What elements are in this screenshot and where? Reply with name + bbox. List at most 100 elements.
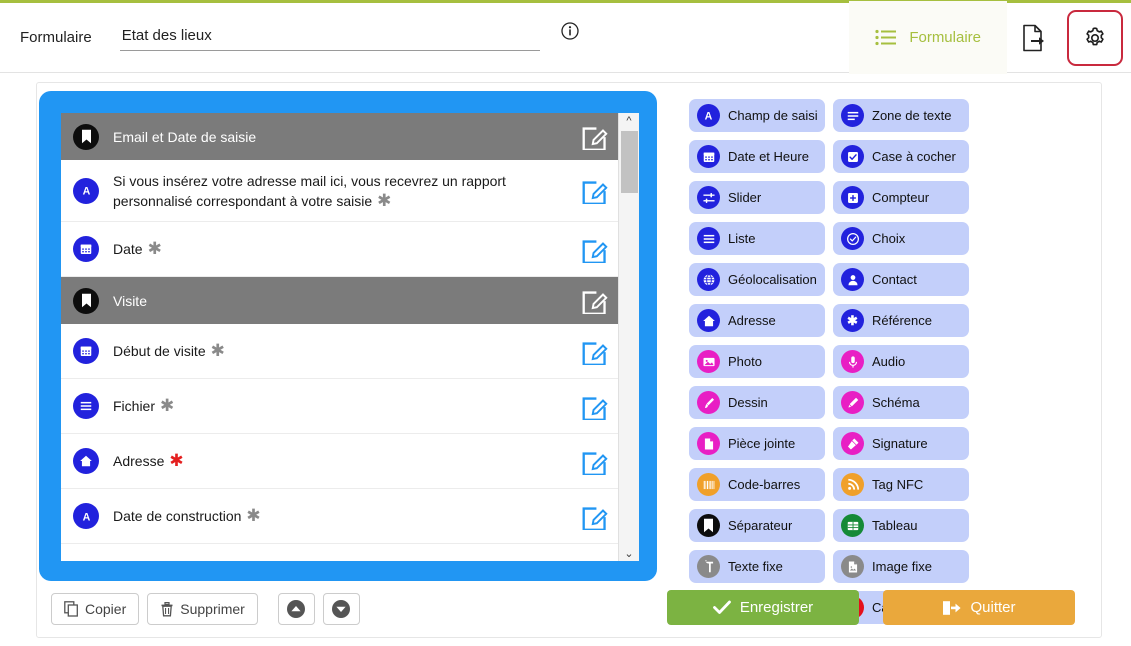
chevron-down-circle-icon	[331, 599, 351, 619]
palette-chip[interactable]: Zone de texte	[833, 99, 969, 132]
widget-palette: A Champ de saisie Zone de texte Date et Heu…	[689, 99, 1081, 624]
palette-chip[interactable]: Compteur	[833, 181, 969, 214]
calendar-icon	[697, 145, 720, 168]
form-field-row[interactable]: Fichier ✱	[61, 379, 618, 434]
list-lines-icon	[697, 227, 720, 250]
palette-chip-label: Séparateur	[728, 518, 793, 533]
palette-chip[interactable]: Case à cocher	[833, 140, 969, 173]
edit-pencil-icon[interactable]	[581, 177, 608, 204]
palette-chip[interactable]: Signature	[833, 427, 969, 460]
export-button[interactable]	[1007, 1, 1061, 74]
palette-chip[interactable]: Image fixe	[833, 550, 969, 583]
chevron-down-icon[interactable]: ⌄	[619, 545, 640, 561]
brush-icon	[697, 391, 720, 414]
copy-button[interactable]: Copier	[51, 593, 140, 625]
edit-pencil-icon[interactable]	[581, 448, 608, 475]
palette-chip[interactable]: Tag NFC	[833, 468, 969, 501]
field-label: Date ✱	[113, 239, 162, 258]
palette-chip[interactable]: Photo	[689, 345, 825, 378]
save-button[interactable]: Enregistrer	[667, 590, 859, 625]
palette-chip[interactable]: Audio	[833, 345, 969, 378]
edit-pencil-icon[interactable]	[581, 503, 608, 530]
palette-chip[interactable]: Géolocalisation	[689, 263, 825, 296]
form-section-header[interactable]: Email et Date de saisie	[61, 113, 618, 160]
field-label: Si vous insérez votre adresse mail ici, …	[113, 172, 506, 210]
field-label: Date de construction ✱	[113, 506, 261, 525]
edit-pencil-icon[interactable]	[581, 123, 608, 150]
plus-square-icon	[841, 186, 864, 209]
info-circle-icon[interactable]	[560, 21, 580, 41]
user-icon	[841, 268, 864, 291]
settings-button[interactable]	[1067, 9, 1123, 66]
copy-label: Copier	[85, 601, 127, 617]
edit-pencil-icon[interactable]	[581, 393, 608, 420]
palette-chip[interactable]: Code-barres	[689, 468, 825, 501]
move-up-button[interactable]	[277, 593, 315, 625]
scrollbar-thumb[interactable]	[620, 131, 638, 193]
palette-chip-label: Tableau	[872, 518, 918, 533]
palette-chip-label: Contact	[872, 272, 917, 287]
palette-chip[interactable]: Slider	[689, 181, 825, 214]
palette-chip[interactable]: Choix	[833, 222, 969, 255]
field-label: Fichier ✱	[113, 396, 175, 415]
quit-button[interactable]: Quitter	[883, 590, 1075, 625]
gear-icon	[1082, 25, 1108, 51]
palette-chip-label: Photo	[728, 354, 762, 369]
palette-chip-label: Liste	[728, 231, 756, 246]
palette-chip-label: Choix	[872, 231, 906, 246]
palette-chip[interactable]: Séparateur	[689, 509, 825, 542]
list-scrollbar[interactable]: ^ ⌄	[618, 113, 639, 561]
tab-formulaire[interactable]: Formulaire	[849, 1, 1007, 74]
palette-chip[interactable]: A Champ de saisie	[689, 99, 825, 132]
palette-chip[interactable]: Pièce jointe	[689, 427, 825, 460]
palette-chip[interactable]: Date et Heure	[689, 140, 825, 173]
list-icon	[875, 29, 897, 46]
palette-chip-label: Zone de texte	[872, 108, 952, 123]
palette-chip-label: Date et Heure	[728, 149, 809, 164]
delete-button[interactable]: Supprimer	[147, 593, 258, 625]
move-down-button[interactable]	[322, 593, 360, 625]
letter-a-icon: A	[73, 503, 99, 529]
palette-chip-label: Signature	[872, 436, 928, 451]
form-field-row[interactable]: A Date de construction ✱	[61, 489, 618, 544]
barcode-icon	[697, 473, 720, 496]
form-field-row[interactable]: A Si vous insérez votre adresse mail ici,…	[61, 160, 618, 222]
palette-chip[interactable]: Contact	[833, 263, 969, 296]
palette-chip[interactable]: Adresse	[689, 304, 825, 337]
palette-chip-label: Slider	[728, 190, 762, 205]
form-title-input[interactable]	[119, 24, 540, 51]
palette-chip[interactable]: Texte fixe	[689, 550, 825, 583]
palette-chip[interactable]: Tableau	[833, 509, 969, 542]
table-icon	[841, 514, 864, 537]
edit-pencil-icon[interactable]	[581, 287, 608, 314]
save-label: Enregistrer	[739, 599, 814, 616]
svg-text:A: A	[82, 185, 90, 197]
form-section-header[interactable]: Visite	[61, 277, 618, 324]
form-field-row[interactable]: Adresse ✱	[61, 434, 618, 489]
row-actions: Copier Supprimer	[51, 593, 360, 625]
edit-pencil-icon[interactable]	[581, 236, 608, 263]
home-icon	[697, 309, 720, 332]
header-actions: Formulaire	[849, 1, 1131, 74]
palette-chip[interactable]: ✱ Référence	[833, 304, 969, 337]
form-field-row[interactable]: Date ✱	[61, 222, 618, 277]
paragraph-icon	[697, 555, 720, 578]
text-lines-icon	[841, 104, 864, 127]
form-structure-panel: Email et Date de saisie A Si vous insérez …	[39, 91, 657, 581]
form-field-row[interactable]: Début de visite ✱	[61, 324, 618, 379]
chevron-up-icon[interactable]: ^	[619, 113, 640, 129]
image-file-icon	[841, 555, 864, 578]
signature-pen-icon	[841, 432, 864, 455]
required-asterisk: ✱	[147, 239, 162, 258]
palette-chip[interactable]: Liste	[689, 222, 825, 255]
palette-chip-label: Texte fixe	[728, 559, 783, 574]
edit-pencil-icon[interactable]	[581, 338, 608, 365]
scrollbar-track[interactable]	[619, 129, 640, 545]
required-asterisk: ✱	[246, 506, 261, 525]
check-icon	[712, 600, 731, 615]
palette-chip[interactable]: Schéma	[833, 386, 969, 419]
calendar-icon	[73, 338, 99, 364]
microphone-icon	[841, 350, 864, 373]
palette-chip-label: Dessin	[728, 395, 768, 410]
palette-chip[interactable]: Dessin	[689, 386, 825, 419]
